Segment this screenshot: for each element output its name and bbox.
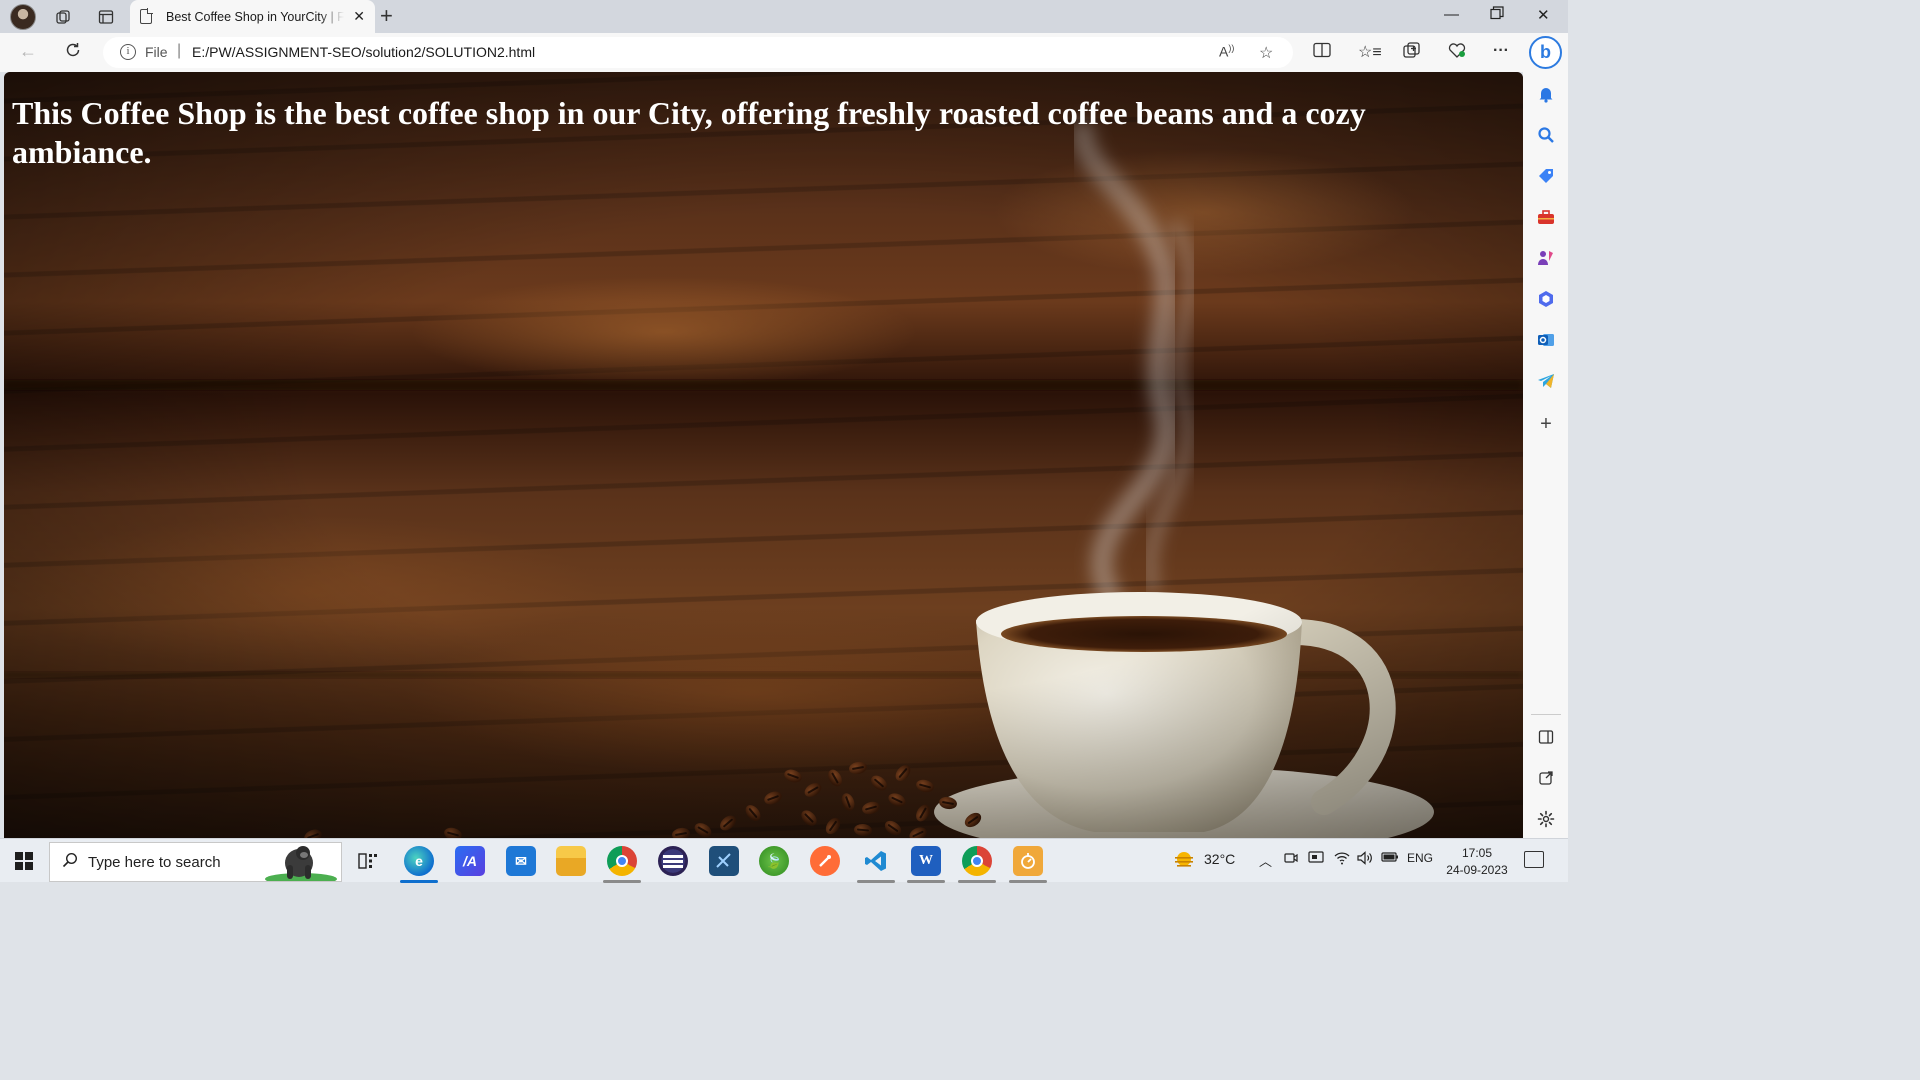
vscode-active-indicator (857, 880, 895, 883)
page-viewport: This Coffee Shop is the best coffee shop… (4, 72, 1523, 838)
image-vignette (4, 72, 1523, 838)
bing-copilot-icon[interactable]: b (1529, 36, 1562, 69)
mail-app-icon[interactable]: ✉ (506, 846, 536, 876)
split-view-icon[interactable] (1535, 726, 1557, 748)
battery-icon[interactable] (1381, 851, 1399, 866)
chrome-app-icon[interactable] (962, 846, 992, 876)
minimize-icon[interactable]: — (1444, 6, 1459, 23)
add-icon[interactable]: + (1535, 413, 1557, 435)
notes-app-icon[interactable] (1013, 846, 1043, 876)
meet-now-icon[interactable] (1284, 851, 1298, 868)
show-hidden-icons-icon[interactable]: ︿ (1259, 851, 1272, 870)
close-window-icon[interactable]: ✕ (1537, 6, 1550, 24)
outlook-icon[interactable] (1535, 329, 1557, 351)
taskbar-search-box[interactable]: Type here to search (49, 842, 342, 882)
back-icon[interactable]: ← (19, 41, 37, 62)
browser-tab-strip: Best Coffee Shop in YourCity | Freshly R… (0, 0, 1568, 33)
taskbar-clock[interactable]: 17:05 24-09-2023 (1444, 845, 1510, 879)
notes-active-indicator (1009, 880, 1047, 883)
collections-icon[interactable] (1403, 42, 1421, 63)
notification-center-icon[interactable] (1524, 851, 1544, 868)
read-aloud-icon[interactable]: A)) (1219, 43, 1234, 60)
open-external-icon[interactable] (1535, 767, 1557, 789)
tab-active[interactable]: Best Coffee Shop in YourCity | Freshly R… (130, 0, 375, 33)
edge-active-indicator (400, 880, 438, 883)
vscode-app-icon[interactable] (861, 846, 891, 876)
chrome-profile-icon[interactable] (607, 846, 637, 876)
device-status-icon[interactable] (1308, 851, 1324, 868)
clock-time: 17:05 (1461, 846, 1493, 860)
wifi-icon[interactable] (1334, 851, 1350, 868)
spring-tool-suite-icon[interactable]: 🍃 (759, 846, 789, 876)
weather-temperature[interactable]: 32°C (1204, 851, 1235, 867)
task-view-icon[interactable] (353, 846, 383, 876)
word-active-indicator (907, 880, 945, 883)
address-bar[interactable]: i File | E:/PW/ASSIGNMENT-SEO/solution2/… (103, 37, 1293, 68)
edge-sidebar: + (1523, 72, 1568, 838)
search-icon[interactable] (1535, 124, 1557, 146)
chrome-active-indicator (958, 880, 996, 883)
profile-avatar[interactable] (10, 4, 36, 30)
jetbrains-app-icon[interactable]: /A (455, 846, 485, 876)
browser-essentials-icon[interactable] (1448, 42, 1466, 63)
bell-icon[interactable] (1535, 83, 1557, 105)
favorites-icon[interactable]: ☆≡ (1358, 42, 1382, 62)
windows-start-icon[interactable] (15, 852, 33, 870)
address-scheme: File (145, 44, 168, 60)
workspaces-icon[interactable] (50, 4, 76, 30)
new-tab-icon[interactable]: + (380, 3, 393, 29)
split-screen-icon[interactable] (1313, 42, 1331, 63)
sidebar-divider (1531, 714, 1561, 715)
tab-title: Best Coffee Shop in YourCity | Freshly R… (166, 9, 344, 24)
games-icon[interactable] (1535, 247, 1557, 269)
navigation-bar: ← i File | E:/PW/ASSIGNMENT-SEO/solution… (0, 33, 1568, 72)
page-heading: This Coffee Shop is the best coffee shop… (12, 95, 1366, 170)
file-explorer-icon[interactable] (556, 846, 586, 876)
restore-icon[interactable] (1490, 6, 1504, 24)
settings-icon[interactable] (1535, 808, 1557, 830)
chrome-profile-active-indicator (603, 880, 641, 883)
mysql-workbench-icon[interactable] (709, 846, 739, 876)
microsoft-365-icon[interactable] (1535, 288, 1557, 310)
eclipse-app-icon[interactable] (658, 846, 688, 876)
edge-app-icon[interactable]: e (404, 846, 434, 876)
address-url[interactable]: E:/PW/ASSIGNMENT-SEO/solution2/SOLUTION2… (192, 44, 535, 60)
toolbox-icon[interactable] (1535, 206, 1557, 228)
site-info-icon[interactable]: i (120, 44, 136, 60)
postman-app-icon[interactable] (810, 846, 840, 876)
close-tab-icon[interactable]: ✕ (353, 8, 365, 25)
volume-icon[interactable] (1357, 851, 1373, 868)
clock-date: 24-09-2023 (1446, 863, 1508, 877)
telegram-icon[interactable] (1535, 370, 1557, 392)
favorite-star-icon[interactable]: ☆ (1259, 43, 1273, 63)
vertical-tabs-icon[interactable] (93, 4, 119, 30)
word-app-icon[interactable]: W (911, 846, 941, 876)
windows-taskbar: Type here to search e /A ✉ 🍃 W 32°C ︿ EN… (0, 838, 1568, 883)
weather-icon[interactable] (1172, 849, 1196, 874)
more-options-icon[interactable]: ··· (1493, 42, 1509, 60)
refresh-icon[interactable] (64, 41, 82, 64)
gorilla-search-highlight-icon (265, 846, 337, 881)
address-separator: | (177, 42, 182, 59)
page-icon (140, 8, 153, 24)
search-placeholder: Type here to search (88, 853, 221, 871)
input-language[interactable]: ENG (1407, 851, 1433, 865)
search-icon (62, 852, 78, 873)
shopping-tag-icon[interactable] (1535, 165, 1557, 187)
